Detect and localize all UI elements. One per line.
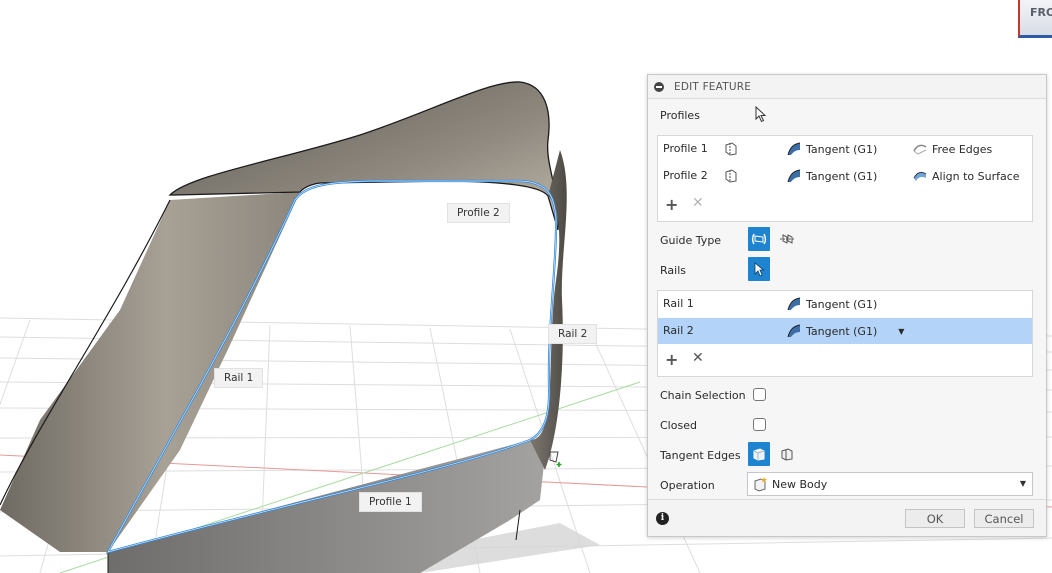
table-row[interactable]: Rail 1 Tangent (G1) [658,291,1032,317]
tangent-edges-solid-icon[interactable] [748,442,770,466]
profile-point-icon[interactable] [724,169,743,183]
edge-option-dropdown[interactable]: Align to Surface [913,169,1020,183]
operation-value: New Body [772,477,828,491]
operation-label: Operation [660,479,715,492]
dropdown-caret-icon[interactable]: ▼ [898,327,904,336]
profile-name: Profile 2 [663,169,708,182]
rail-name: Rail 2 [663,324,694,337]
guide-type-label: Guide Type [660,234,722,247]
continuity-value: Tangent (G1) [806,324,878,338]
guide-centerline-icon[interactable] [776,227,798,251]
continuity-dropdown[interactable]: Tangent (G1) [787,169,877,183]
table-row[interactable]: Profile 1 Tangent (G1) Free Edges [658,136,1032,162]
tangent-icon [787,169,801,183]
info-icon[interactable]: i [656,512,669,525]
operation-select[interactable]: New Body ▼ [747,472,1033,496]
panel-header[interactable]: EDIT FEATURE [648,75,1046,99]
remove-icon[interactable]: ✕ [692,195,704,211]
add-icon[interactable]: + [665,195,678,214]
cursor-icon [755,106,767,123]
ok-button[interactable]: OK [905,509,965,528]
free-edges-icon [913,144,927,155]
table-row[interactable]: Profile 2 Tangent (G1) Align to Surface [658,163,1032,189]
add-icon[interactable]: + [665,350,678,369]
chain-selection-checkbox[interactable] [753,388,766,401]
rails-label: Rails [660,264,686,277]
profiles-table: Profile 1 Tangent (G1) Free Edges Profil… [657,135,1033,222]
tangent-edges-open-icon[interactable] [776,442,798,466]
tangent-icon [787,142,801,156]
rail-1-label[interactable]: Rail 1 [214,368,264,388]
profile-1-label[interactable]: Profile 1 [359,492,422,512]
rail-2-label[interactable]: Rail 2 [548,324,598,344]
tangent-edges-label: Tangent Edges [660,449,741,462]
dropdown-caret-icon: ▼ [1019,479,1026,488]
rails-table: Rail 1 Tangent (G1) Rail 2 Tangent (G1) … [657,290,1033,377]
profile-point-icon[interactable] [724,142,743,156]
panel-footer: i OK Cancel [648,499,1046,536]
edge-option-dropdown[interactable]: Free Edges [913,142,992,156]
continuity-value: Tangent (G1) [806,169,878,183]
closed-label: Closed [660,419,697,432]
profile-name: Profile 1 [663,142,708,155]
continuity-value: Tangent (G1) [806,297,878,311]
continuity-dropdown[interactable]: Tangent (G1) ▼ [787,324,904,338]
rail-name: Rail 1 [663,297,694,310]
remove-icon[interactable]: ✕ [692,350,704,366]
edge-option-value: Align to Surface [932,169,1020,183]
viewcube[interactable]: FRO [1018,0,1052,38]
guide-rails-icon[interactable] [748,227,770,251]
new-body-icon [754,477,767,492]
select-arrow-icon[interactable] [748,257,770,281]
selection-plus-icon [549,451,562,467]
continuity-dropdown[interactable]: Tangent (G1) [787,297,877,311]
tangent-icon [787,297,801,311]
table-row[interactable]: Rail 2 Tangent (G1) ▼ [658,318,1032,344]
profile-2-label[interactable]: Profile 2 [447,203,510,223]
viewcube-face-label: FRO [1030,6,1052,19]
cancel-button[interactable]: Cancel [974,509,1034,528]
tangent-icon [787,324,801,338]
edge-option-value: Free Edges [932,142,993,156]
closed-checkbox[interactable] [753,418,766,431]
panel-title: EDIT FEATURE [674,80,752,93]
edit-feature-panel: EDIT FEATURE Profiles Profile 1 Tangent … [647,74,1047,537]
chain-selection-label: Chain Selection [660,389,746,402]
continuity-dropdown[interactable]: Tangent (G1) [787,142,877,156]
continuity-value: Tangent (G1) [806,142,878,156]
profiles-label: Profiles [660,109,700,122]
collapse-icon[interactable] [654,81,664,92]
align-surface-icon [913,171,927,181]
